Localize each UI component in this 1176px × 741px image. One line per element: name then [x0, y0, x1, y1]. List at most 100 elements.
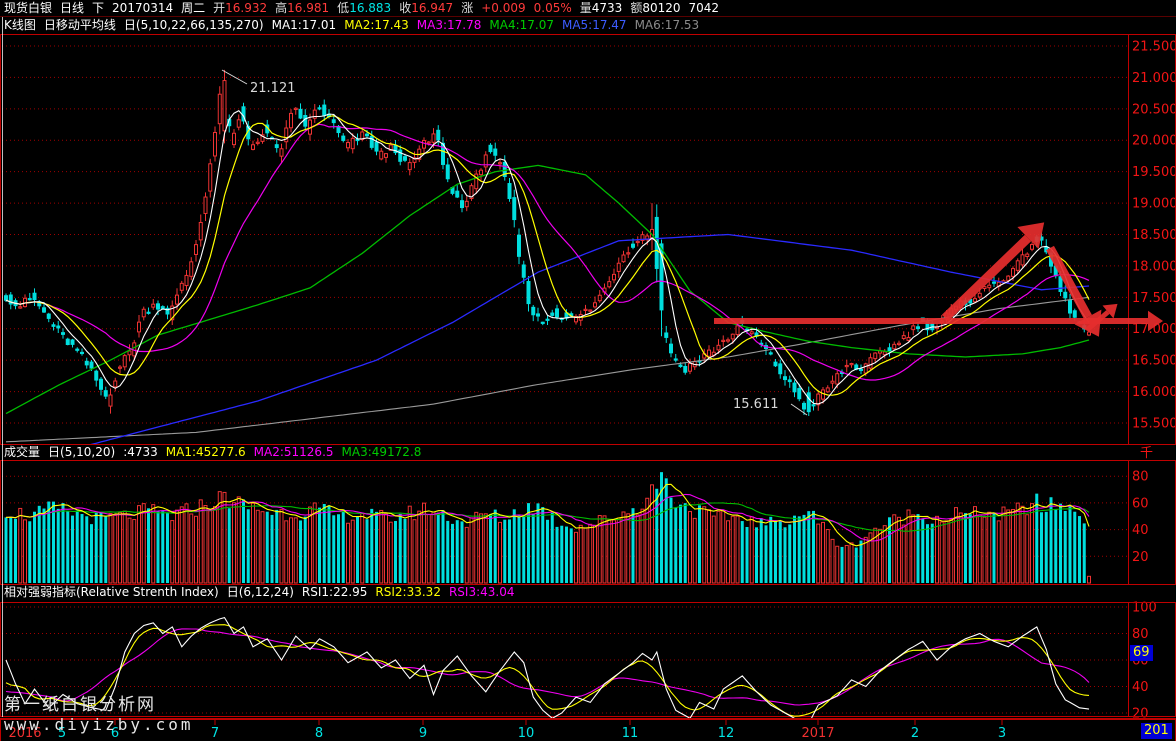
kline-chart-pane[interactable]: 21.50021.00020.50020.00019.50019.00018.5… — [0, 34, 1176, 446]
volume-bar — [826, 530, 829, 583]
candle-body — [831, 381, 834, 383]
candle-body — [584, 309, 587, 310]
axis-label: 16.500 — [1132, 354, 1176, 369]
candle-body — [294, 108, 297, 109]
candle-body — [1031, 245, 1034, 250]
candle-body — [689, 364, 692, 372]
volume-bar — [261, 512, 264, 583]
volume-bar — [223, 492, 226, 583]
legend-item: 16.947 — [411, 0, 453, 16]
axis-label: 80 — [1132, 627, 1149, 642]
candle-body — [180, 283, 183, 290]
candle-body — [404, 157, 407, 161]
candle-body — [1026, 254, 1029, 256]
volume-bar — [66, 511, 69, 583]
candle-body — [665, 333, 668, 337]
volume-bar — [461, 521, 464, 583]
legend-item: MA4:17.07 — [489, 17, 554, 33]
candle-body — [608, 282, 611, 287]
legend-item: +0.009 — [481, 0, 525, 16]
volume-bar — [285, 521, 288, 583]
legend-item: MA3:17.78 — [417, 17, 482, 33]
volume-bar — [1083, 523, 1086, 583]
candle-body — [494, 149, 497, 155]
volume-bar — [418, 511, 421, 583]
volume-bar — [332, 515, 335, 583]
volume-bar — [603, 516, 606, 583]
candle-body — [750, 332, 753, 334]
candle-body — [812, 405, 815, 406]
volume-bar — [855, 548, 858, 583]
volume-bar — [712, 516, 715, 583]
volume-bar — [788, 524, 791, 583]
volume-bar — [157, 512, 160, 583]
candle-body — [774, 362, 777, 366]
legend-item: MA5:17.47 — [562, 17, 627, 33]
candle-body — [138, 322, 141, 332]
volume-bar — [893, 515, 896, 583]
volume-bar — [741, 521, 744, 583]
candle-body — [684, 366, 687, 372]
ma135-line — [54, 235, 1090, 447]
volume-bar — [831, 539, 834, 583]
candle-body — [432, 134, 435, 142]
rsi-chart-pane[interactable]: 10080604020 — [0, 586, 1176, 718]
volume-bar — [784, 527, 787, 583]
candle-body — [195, 245, 198, 255]
volume-bar — [370, 509, 373, 583]
candle-body — [589, 310, 592, 311]
candle-body — [237, 120, 240, 127]
candle-body — [508, 184, 511, 199]
candle-body — [822, 390, 825, 399]
volume-bar — [1031, 504, 1034, 583]
candle-body — [722, 340, 725, 341]
volume-bar — [518, 515, 521, 583]
volume-bar — [717, 511, 720, 583]
volume-bar — [489, 514, 492, 583]
volume-bar — [765, 525, 768, 583]
volume-bar — [503, 520, 506, 583]
volume-bar — [902, 525, 905, 583]
candle-body — [370, 136, 373, 147]
legend-item: 涨 — [461, 0, 473, 16]
legend-item: 现货白银 — [4, 0, 52, 16]
volume-bar — [9, 517, 12, 583]
volume-bar — [651, 485, 654, 583]
month-label: 8 — [315, 726, 323, 741]
candle-body — [617, 263, 620, 271]
volume-bar — [760, 518, 763, 583]
candle-body — [147, 312, 150, 313]
candle-body — [888, 348, 891, 352]
candle-body — [784, 377, 787, 380]
candle-body — [204, 197, 207, 213]
volume-bar — [138, 506, 141, 583]
candle-body — [883, 352, 886, 355]
candle-body — [807, 393, 810, 412]
volume-bar — [271, 515, 274, 583]
candle-body — [446, 165, 449, 179]
crosshair-cursor-line[interactable] — [2, 17, 3, 717]
legend-item: MA6:17.53 — [635, 17, 700, 33]
candle-body — [902, 336, 905, 339]
volume-bar — [24, 520, 27, 583]
time-axis[interactable]: 201656789101112201723 — [0, 718, 1176, 741]
volume-bar — [864, 537, 867, 583]
candle-body — [546, 319, 549, 320]
volume-bar — [171, 521, 174, 583]
candle-body — [1059, 277, 1062, 292]
candle-body — [613, 274, 616, 279]
volume-chart-pane[interactable]: 80604020千 — [0, 446, 1176, 586]
volume-bar — [499, 522, 502, 583]
volume-bar — [755, 527, 758, 583]
candle-body — [290, 113, 293, 127]
axis-label: 16.000 — [1132, 385, 1176, 400]
candle-body — [627, 253, 630, 254]
volume-bar — [385, 514, 388, 583]
volume-bar — [1007, 510, 1010, 583]
candle-body — [803, 403, 806, 409]
candle-body — [456, 191, 459, 197]
volume-bar — [256, 510, 259, 583]
candle-body — [33, 293, 36, 299]
volume-bar — [1026, 515, 1029, 583]
volume-bar — [228, 508, 231, 583]
